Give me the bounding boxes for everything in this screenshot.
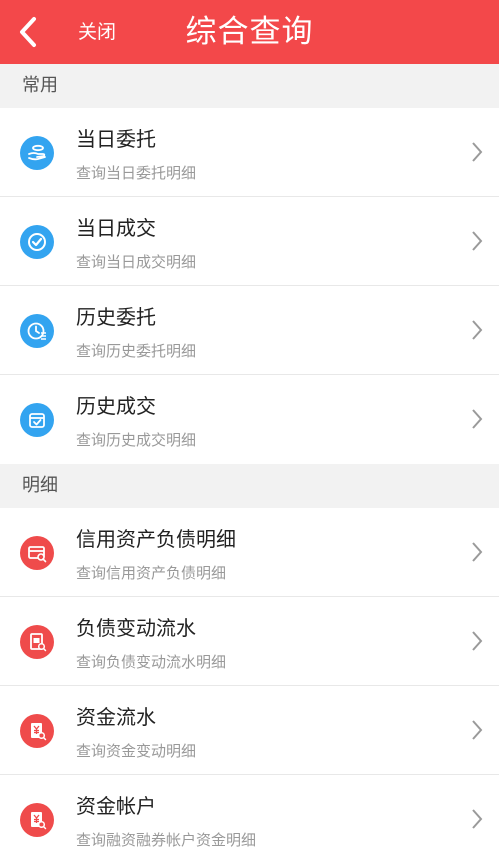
list-item-credit-assets[interactable]: 信用资产负债明细 查询信用资产负债明细 [0,508,499,597]
yuan-flow-icon [20,714,54,748]
chevron-right-icon [472,809,483,829]
item-subtitle: 查询当日委托明细 [76,164,197,182]
app-header: 关闭 综合查询 [0,0,499,64]
item-title: 当日成交 [76,216,156,240]
chevron-right-icon [472,542,483,562]
list-item-debt-changes[interactable]: 负债变动流水 查询负债变动流水明细 [0,597,499,686]
item-subtitle: 查询历史成交明细 [76,431,197,449]
yuan-account-icon [20,803,54,837]
item-subtitle: 查询融资融券帐户资金明细 [76,831,257,849]
item-title: 负债变动流水 [76,616,196,640]
item-subtitle: 查询信用资产负债明细 [76,564,227,582]
section-header-details: 明细 [0,464,499,508]
item-subtitle: 查询当日成交明细 [76,253,197,271]
item-subtitle: 查询资金变动明细 [76,742,197,760]
item-subtitle: 查询历史委托明细 [76,342,197,360]
document-search-icon [20,625,54,659]
list-item-today-deals[interactable]: 当日成交 查询当日成交明细 [0,197,499,286]
list-item-history-orders[interactable]: 历史委托 查询历史委托明细 [0,286,499,375]
chevron-right-icon [472,631,483,651]
item-subtitle: 查询负债变动流水明细 [76,653,227,671]
list-item-today-orders[interactable]: 当日委托 查询当日委托明细 [0,108,499,197]
list-item-history-deals[interactable]: 历史成交 查询历史成交明细 [0,375,499,464]
hand-coin-icon [20,136,54,170]
list-item-fund-account[interactable]: 资金帐户 查询融资融券帐户资金明细 [0,775,499,864]
item-title: 历史委托 [76,305,156,329]
list-item-fund-flow[interactable]: 资金流水 查询资金变动明细 [0,686,499,775]
item-title: 当日委托 [76,127,156,151]
chevron-right-icon [472,231,483,251]
chevron-right-icon [472,142,483,162]
item-title: 历史成交 [76,394,156,418]
chevron-right-icon [472,409,483,429]
box-check-icon [20,403,54,437]
item-title: 资金帐户 [76,794,156,818]
clock-list-icon [20,314,54,348]
chevron-right-icon [472,720,483,740]
item-title: 资金流水 [76,705,156,729]
card-search-icon [20,536,54,570]
chevron-right-icon [472,320,483,340]
item-title: 信用资产负债明细 [76,527,236,551]
check-circle-icon [20,225,54,259]
section-header-common: 常用 [0,64,499,108]
page-title: 综合查询 [185,14,314,50]
